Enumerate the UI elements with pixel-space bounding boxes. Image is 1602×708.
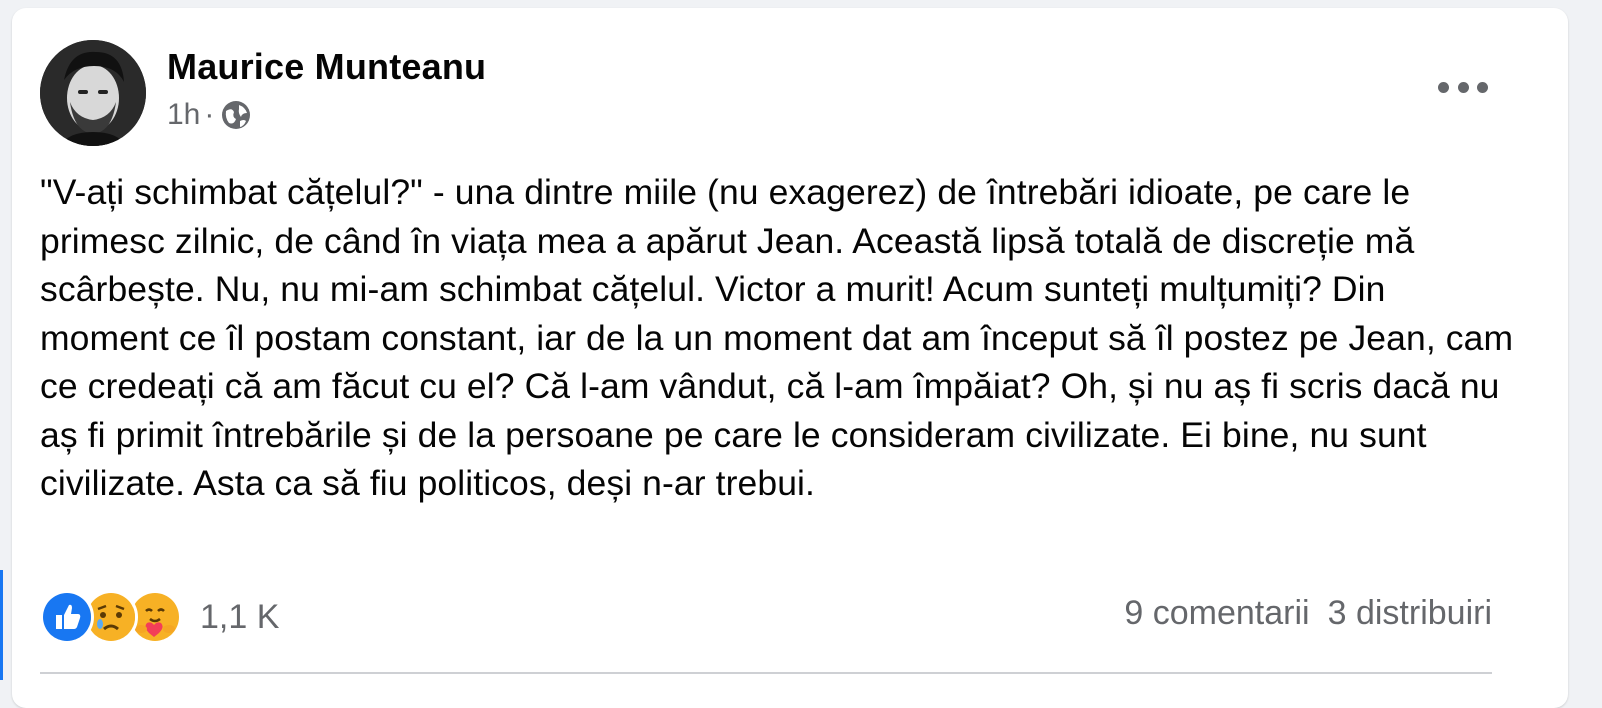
comments-count[interactable]: 9 comentarii xyxy=(1124,594,1309,633)
reactions-summary[interactable]: 1,1 K xyxy=(40,590,279,644)
post-time[interactable]: 1h xyxy=(167,98,200,132)
post-text: "V-ați schimbat cățelul?" - una dintre m… xyxy=(40,172,1514,503)
reactions-count[interactable]: 1,1 K xyxy=(200,598,279,637)
more-dot xyxy=(1438,81,1449,93)
globe-icon[interactable] xyxy=(220,99,252,131)
more-dot xyxy=(1457,81,1469,93)
shares-count[interactable]: 3 distribuiri xyxy=(1328,594,1492,633)
more-options-icon[interactable] xyxy=(1438,72,1488,102)
like-icon xyxy=(40,590,94,644)
avatar[interactable] xyxy=(40,40,146,146)
left-accent-bar xyxy=(0,570,3,680)
more-dot xyxy=(1477,81,1488,93)
divider xyxy=(40,672,1492,674)
post-stats: 9 comentarii 3 distribuiri xyxy=(1124,594,1492,633)
avatar-photo xyxy=(40,40,146,146)
author-name[interactable]: Maurice Munteanu xyxy=(167,46,486,88)
post-card: Maurice Munteanu 1h · "V-ați schimbat că… xyxy=(12,8,1568,708)
post-meta: 1h · xyxy=(167,98,252,132)
meta-separator: · xyxy=(204,98,215,131)
